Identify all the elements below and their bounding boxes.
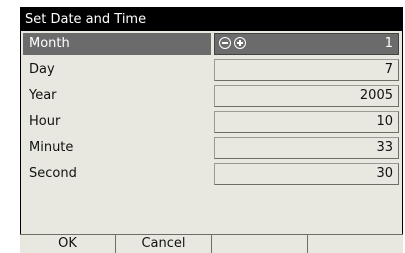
- spinner-controls[interactable]: [219, 37, 246, 51]
- row-second[interactable]: Second 30: [21, 162, 402, 186]
- year-field[interactable]: 2005: [214, 85, 399, 107]
- month-value: 1: [384, 36, 393, 51]
- set-date-time-dialog: Set Date and Time Month 1 Day 7 Year 200…: [20, 7, 403, 253]
- day-label: Day: [29, 62, 55, 77]
- dialog-title: Set Date and Time: [21, 8, 402, 31]
- row-hour[interactable]: Hour 10: [21, 110, 402, 134]
- ok-button[interactable]: OK: [20, 235, 116, 253]
- second-label: Second: [29, 166, 77, 181]
- hour-label: Hour: [29, 114, 61, 129]
- row-month[interactable]: Month 1: [21, 32, 402, 56]
- minus-circle-icon[interactable]: [219, 37, 231, 49]
- row-minute[interactable]: Minute 33: [21, 136, 402, 160]
- plus-circle-icon[interactable]: [234, 37, 246, 49]
- hour-field[interactable]: 10: [214, 111, 399, 133]
- softkey-3[interactable]: [212, 235, 308, 253]
- month-label: Month: [23, 33, 211, 55]
- minute-field[interactable]: 33: [214, 137, 399, 159]
- softkey-4[interactable]: [308, 235, 403, 253]
- minute-label: Minute: [29, 140, 74, 155]
- month-field[interactable]: 1: [214, 33, 399, 55]
- day-field[interactable]: 7: [214, 59, 399, 81]
- year-label: Year: [29, 88, 57, 103]
- cancel-button[interactable]: Cancel: [116, 235, 212, 253]
- second-field[interactable]: 30: [214, 163, 399, 185]
- row-year[interactable]: Year 2005: [21, 84, 402, 108]
- row-day[interactable]: Day 7: [21, 58, 402, 82]
- softkey-bar: OK Cancel: [20, 234, 403, 253]
